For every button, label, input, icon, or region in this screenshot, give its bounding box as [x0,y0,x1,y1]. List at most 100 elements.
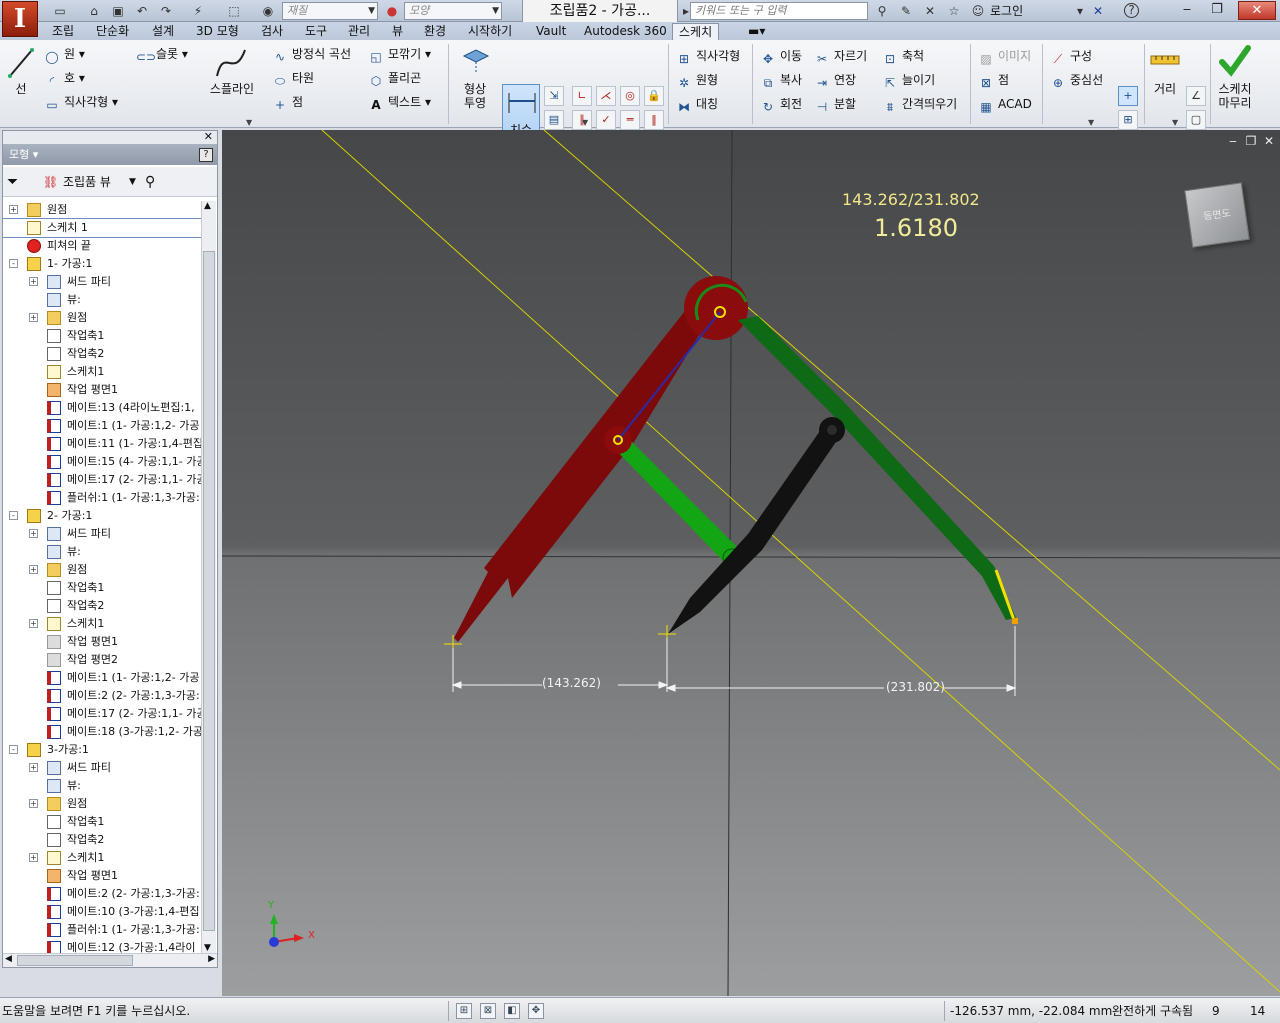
import-points-button[interactable]: ⊠ 점 [978,72,1009,91]
circular-pattern-button[interactable]: ✲ 원형 [676,72,718,91]
tree-node[interactable]: + 스케치1 [3,849,201,867]
distance-button[interactable]: 거리 [1148,82,1182,96]
tree-node[interactable]: 작업 평면1 [3,867,201,885]
driven-dimension-icon[interactable]: ⊞ [1118,110,1138,130]
polygon-button[interactable]: ⬡ 폴리곤 [368,70,421,89]
material-combo[interactable]: 재질 ▼ [282,2,378,20]
scroll-thumb[interactable] [203,251,215,931]
format-group-expand-icon[interactable]: ▼ [1088,118,1094,127]
undo-icon[interactable]: ↶ [134,3,150,19]
tree-node[interactable]: 메이트:17 (2- 가공:1,1- 가공 [3,705,201,723]
construction-button[interactable]: ⟋ 구성 [1050,48,1092,67]
appearance-combo[interactable]: 모양 ▼ [404,2,502,20]
color-wheel-icon[interactable]: ◉ [260,3,276,19]
mirror-button[interactable]: ⧓ 대칭 [676,96,718,115]
scroll-up-icon[interactable]: ▲ [204,201,211,211]
tree-node[interactable]: + 원점 [3,309,201,327]
select-icon[interactable]: ⬚ [226,3,242,19]
tree-node[interactable]: 메이트:17 (2- 가공:1,1- 가공 [3,471,201,489]
tree-node[interactable]: 작업축2 [3,831,201,849]
update-icon[interactable]: ⚡ [190,3,206,19]
tree-node[interactable]: + 써드 파티 [3,273,201,291]
find-binoculars-icon[interactable]: ⚲ [145,167,155,197]
tree-node[interactable]: - 3-가공:1 [3,741,201,759]
tools-icon[interactable]: ✎ [898,3,914,19]
viewport-restore-icon[interactable]: ❐ [1244,134,1258,148]
assembly-view-label[interactable]: 조립품 뷰 [63,167,111,197]
constrain-group-expand-icon[interactable]: ▼ [582,118,588,127]
split-button[interactable]: ⊣ 분할 [814,96,856,115]
tree-node[interactable]: 작업 평면1 [3,633,201,651]
viewport-minimize-icon[interactable]: ‒ [1226,134,1240,148]
expand-icon[interactable]: + [29,799,38,808]
filter-icon[interactable]: ⏷ [7,167,18,197]
appearance-icon[interactable]: ● [384,3,400,19]
expand-icon[interactable]: + [29,853,38,862]
scroll-down-icon[interactable]: ▼ [204,943,211,953]
close-button[interactable]: ✕ [1238,1,1276,20]
tree-node[interactable]: + 스케치1 [3,615,201,633]
tree-node[interactable]: 피쳐의 끝 [3,237,201,255]
tree-node[interactable]: + 써드 파티 [3,525,201,543]
tab-inspect[interactable]: 검사 [261,23,283,40]
tree-node[interactable]: 메이트:12 (3-가공:1,4라이 [3,939,201,953]
rotate-button[interactable]: ↻ 회전 [760,96,802,115]
tree-node[interactable]: 메이트:10 (3-가공:1,4-편집 [3,903,201,921]
tree-node[interactable]: 작업 평면2 [3,651,201,669]
help-icon[interactable]: ? [199,148,213,162]
browser-title-bar[interactable]: 모형 ▾ ? [3,145,217,165]
tangent-constraint-icon[interactable]: ✓ [596,110,616,130]
tree-node[interactable]: 뷰: [3,291,201,309]
ribbon-options-icon[interactable]: ▬▾ [748,23,765,40]
tab-assemble[interactable]: 조립 [52,23,74,40]
dimension-left-value[interactable]: (143.262) [542,676,601,690]
measure-group-expand-icon[interactable]: ▼ [1172,118,1178,127]
perpendicular-constraint-icon[interactable]: ∟ [572,86,592,106]
app-logo[interactable]: I [2,1,38,37]
tab-3d-model[interactable]: 3D 모형 [196,23,239,40]
exchange-icon[interactable]: ✕ [1090,3,1106,19]
redo-icon[interactable]: ↷ [158,3,174,19]
green-connector-link[interactable] [614,434,742,566]
red-arm-link[interactable] [454,292,718,642]
tree-node[interactable]: - 1- 가공:1 [3,255,201,273]
constraint-inference-icon[interactable]: ✥ [528,1003,544,1019]
search-input[interactable]: 키워드 또는 구 입력 [690,2,868,20]
tab-manage[interactable]: 관리 [348,23,370,40]
black-arm-link[interactable] [668,428,840,634]
tree-node[interactable]: 스케치1 [3,363,201,381]
new-icon[interactable]: ▭ [52,3,68,19]
chevron-down-icon[interactable]: ▼ [129,167,136,197]
point-button[interactable]: + 점 [272,94,303,113]
centerline-button[interactable]: ⊕ 중심선 [1050,72,1103,91]
viewport-close-icon[interactable]: ✕ [1262,134,1276,148]
collapse-icon[interactable]: - [9,511,18,520]
slot-button[interactable]: ⊂⊃슬롯 ▾ [136,46,188,65]
create-group-expand-icon[interactable]: ▼ [246,118,252,127]
signin-link[interactable]: 로그인 [990,3,1023,19]
move-button[interactable]: ✥ 이동 [760,48,802,67]
tab-vault[interactable]: Vault [536,23,566,40]
grid-icon[interactable]: ⊞ [456,1003,472,1019]
tree-node[interactable]: 메이트:1 (1- 가공:1,2- 가공 [3,669,201,687]
rectangular-pattern-button[interactable]: ⊞ 직사각형 [676,48,740,67]
tree-node[interactable]: 스케치 1 [3,218,201,238]
extend-button[interactable]: ⇥ 연장 [814,72,856,91]
expand-icon[interactable]: + [29,313,38,322]
expand-icon[interactable]: + [29,529,38,538]
tree-node[interactable]: 작업 평면1 [3,381,201,399]
tree-node[interactable]: 메이트:11 (1- 가공:1,4-편집 [3,435,201,453]
close-icon[interactable]: ✕ [204,130,213,143]
help-icon[interactable]: ? [1124,3,1139,18]
tree-node[interactable]: + 원점 [3,201,201,219]
open-icon[interactable]: ⌂ [86,3,102,19]
sketch-canvas[interactable] [222,130,1280,996]
arc-button[interactable]: ◜ 호 ▾ [44,70,85,89]
tree-node[interactable]: + 원점 [3,561,201,579]
tab-sketch[interactable]: 스케치 [672,23,720,40]
view-cube-toggle-icon[interactable]: ◧ [504,1003,520,1019]
tree-node[interactable]: 메이트:13 (4라이노편집:1, [3,399,201,417]
tab-design[interactable]: 설계 [152,23,174,40]
viewcube[interactable]: 등면도 [1184,182,1250,248]
tree-node[interactable]: 플러쉬:1 (1- 가공:1,3-가공: [3,921,201,939]
